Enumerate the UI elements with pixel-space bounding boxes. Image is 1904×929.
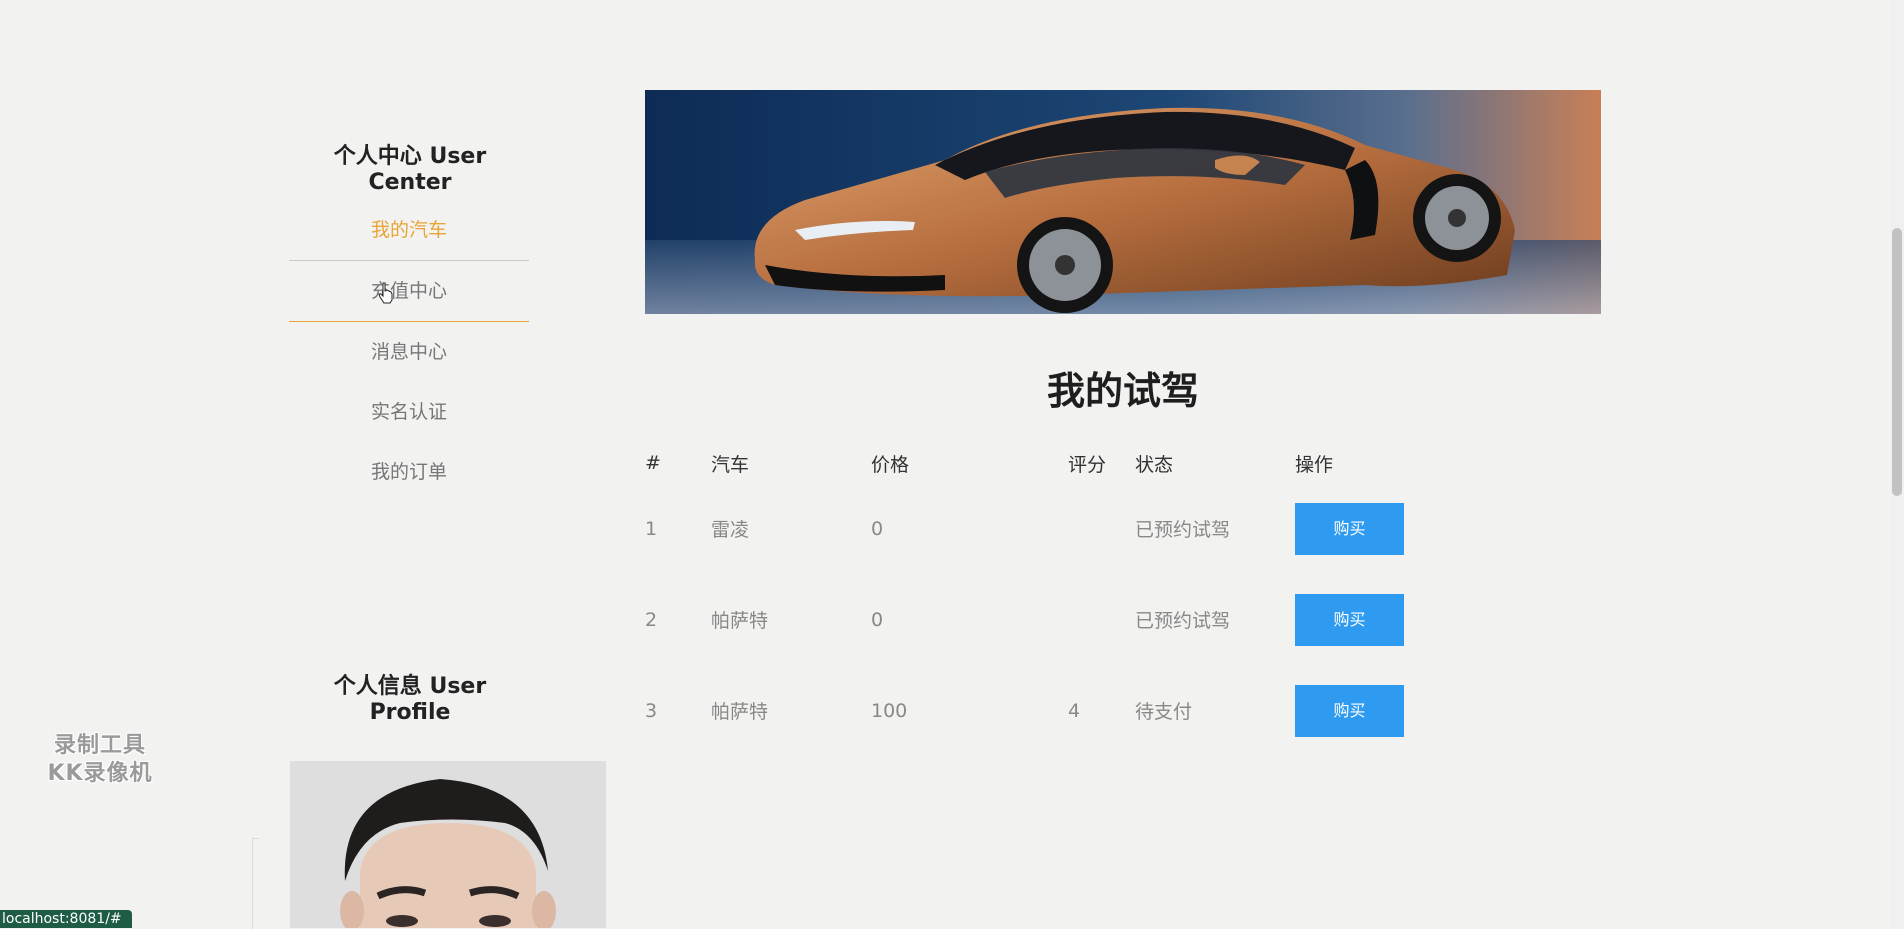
- status-url: localhost:8081/#: [0, 910, 132, 928]
- vertical-scrollbar[interactable]: [1890, 0, 1904, 928]
- user-profile-title: 个人信息 User Profile: [333, 674, 487, 725]
- table-row: 2 帕萨特 0 已预约试驾 购买: [645, 574, 1435, 665]
- row-car: 帕萨特: [711, 701, 769, 723]
- car-banner-image: [645, 90, 1601, 314]
- row-price: 100: [871, 699, 908, 722]
- sidebar-item-recharge[interactable]: 充值中心: [289, 260, 529, 322]
- sidebar-item-my-orders[interactable]: 我的订单: [289, 442, 529, 502]
- recorder-watermark: 录制工具 KK录像机: [30, 732, 170, 788]
- sidebar-menu: 我的汽车 充值中心 消息中心 实名认证 我的订单: [289, 200, 529, 502]
- row-rating: 4: [1068, 699, 1081, 722]
- sidebar-item-messages[interactable]: 消息中心: [289, 322, 529, 382]
- row-index: 1: [645, 517, 658, 540]
- row-status: 已预约试驾: [1135, 610, 1231, 632]
- col-header-car: 汽车: [711, 453, 750, 476]
- user-center-title: 个人中心 User Center: [333, 144, 487, 195]
- row-car: 雷凌: [711, 519, 750, 541]
- page-title: 我的试驾: [1046, 369, 1199, 413]
- col-header-action: 操作: [1295, 453, 1334, 476]
- col-header-rating: 评分: [1068, 453, 1107, 476]
- row-index: 3: [645, 699, 658, 722]
- row-status: 待支付: [1135, 701, 1193, 723]
- buy-button[interactable]: 购买: [1295, 502, 1404, 555]
- row-index: 2: [645, 608, 658, 631]
- watermark-line2: KK录像机: [47, 761, 153, 786]
- test-drive-table: # 汽车 价格 评分 状态 操作 1 雷凌 0 已预约试驾 购买 2 帕萨特 0…: [645, 443, 1435, 756]
- sidebar-item-my-cars[interactable]: 我的汽车: [289, 200, 529, 260]
- row-status: 已预约试驾: [1135, 519, 1231, 541]
- row-price: 0: [871, 517, 884, 540]
- row-car: 帕萨特: [711, 610, 769, 632]
- col-header-status: 状态: [1135, 453, 1174, 476]
- row-price: 0: [871, 608, 884, 631]
- col-header-index: #: [645, 452, 661, 474]
- table-header-row: # 汽车 价格 评分 状态 操作: [645, 443, 1435, 483]
- table-row: 3 帕萨特 100 4 待支付 购买: [645, 665, 1435, 756]
- row-rating: [1068, 574, 1135, 665]
- table-row: 1 雷凌 0 已预约试驾 购买: [645, 483, 1435, 574]
- row-rating: [1068, 483, 1135, 574]
- scrollbar-thumb[interactable]: [1892, 228, 1902, 496]
- hand-cursor-icon: [378, 282, 393, 304]
- avatar-frame: [252, 838, 259, 929]
- avatar: [290, 761, 606, 928]
- buy-button[interactable]: 购买: [1295, 593, 1404, 646]
- col-header-price: 价格: [871, 453, 910, 476]
- watermark-line1: 录制工具: [53, 733, 146, 758]
- buy-button[interactable]: 购买: [1295, 684, 1404, 737]
- sidebar-item-verification[interactable]: 实名认证: [289, 382, 529, 442]
